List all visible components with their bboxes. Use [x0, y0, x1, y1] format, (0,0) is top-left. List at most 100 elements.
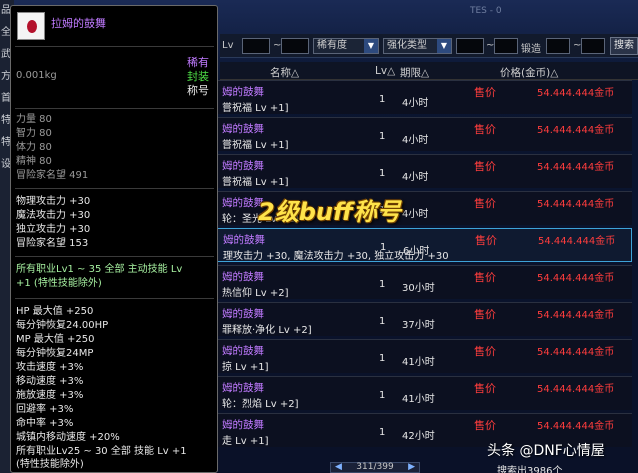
row-price: 54.444.444金币	[537, 310, 615, 321]
row-item-name: 姆的鼓舞	[222, 86, 264, 98]
row-level: 1	[380, 242, 387, 253]
row-sell-label: 售价	[474, 160, 496, 173]
tooltip-stat-line: 独立攻击力 +30	[16, 224, 91, 235]
tooltip-stat-line: 冒险家名望 491	[16, 170, 89, 181]
row-item-name: 姆的鼓舞	[222, 271, 264, 283]
filter-bar: Lv ~ 稀有度 ▼ 强化类型 ▼ ~ 锻造 ~ 搜索	[220, 34, 638, 58]
row-price: 54.444.444金币	[537, 88, 615, 99]
enhance-select-value: 强化类型	[387, 40, 427, 51]
row-sell-label: 售价	[474, 197, 496, 210]
overlay-caption: 2级buff称号	[258, 198, 401, 226]
row-period: 6小时	[403, 246, 430, 257]
enhance-min-input[interactable]	[456, 38, 484, 54]
lv-max-input[interactable]	[281, 38, 309, 54]
row-level: 1	[379, 353, 386, 364]
table-row[interactable]: 姆的鼓舞 热信仰 Lv +2] 1 30小时 售价 54.444.444金币	[216, 265, 632, 299]
tooltip-stat-line: 体力 80	[16, 142, 52, 153]
col-name-header[interactable]: 名称△	[270, 65, 299, 80]
item-tooltip: 拉姆的鼓舞 稀有 封装 称号 0.001kg 力量 80 智力 80 体力 80 精神…	[10, 5, 218, 473]
tooltip-divider	[15, 188, 214, 189]
row-period: 41小时	[402, 394, 435, 405]
tooltip-stat-line: 施放速度 +3%	[16, 390, 84, 401]
row-period: 30小时	[402, 283, 435, 294]
row-price: 54.444.444金币	[537, 199, 615, 210]
tooltip-stat-line: 物理攻击力 +30	[16, 196, 91, 207]
row-sell-label: 售价	[475, 234, 497, 247]
col-price-header[interactable]: 价格(金币)△	[500, 65, 558, 80]
row-price: 54.444.444金币	[537, 421, 615, 432]
tooltip-weight: 0.001kg	[16, 70, 57, 81]
chevron-down-icon: ▼	[437, 39, 451, 53]
table-row[interactable]: 姆的鼓舞嘗祝福 Lv +1] 1 4小时 售价 54.444.444金币	[216, 80, 632, 114]
tooltip-stat-line: 所有职业Lv1 ~ 35 全部 主动技能 Lv	[16, 264, 183, 275]
auction-scene: 品全武方首特特设 TES - 0 Lv ~ 稀有度 ▼ 强化类型 ▼ ~ 锻造 …	[0, 0, 638, 473]
watermark: 头条 @DNF心情屋	[487, 443, 605, 459]
rarity-select[interactable]: 稀有度 ▼	[313, 38, 379, 54]
col-period-header[interactable]: 期限△	[400, 65, 429, 80]
row-level: 1	[379, 316, 386, 327]
row-price: 54.444.444金币	[537, 384, 615, 395]
table-row[interactable]: 姆的鼓舞 理攻击力 +30, 魔法攻击力 +30, 独立攻击力 +30 1 6小时 售价…	[216, 228, 632, 262]
tooltip-stat-line: HP 最大值 +250	[16, 306, 94, 317]
row-period: 42小时	[402, 431, 435, 442]
forge-min-input[interactable]	[546, 38, 570, 54]
col-lv-header[interactable]: Lv△	[375, 65, 395, 77]
row-sell-label: 售价	[474, 382, 496, 395]
tooltip-type: 称号	[187, 84, 209, 97]
row-level: 1	[379, 94, 386, 105]
table-row[interactable]: 姆的鼓舞 罪释放·净化 Lv +2] 1 37小时 售价 54.444.444金币	[216, 302, 632, 336]
row-level: 1	[379, 390, 386, 401]
row-item-name: 姆的鼓舞	[222, 308, 264, 320]
item-emblem-icon	[27, 20, 37, 33]
enhance-type-select[interactable]: 强化类型 ▼	[383, 38, 452, 54]
forge-label: 锻造	[521, 44, 541, 55]
table-row[interactable]: 姆的鼓舞 嘗祝福 Lv +1] 1 4小时 售价 54.444.444金币	[216, 154, 632, 188]
table-row[interactable]: 姆的鼓舞 嘗祝福 Lv +1] 1 4小时 售价 54.444.444金币	[216, 117, 632, 151]
row-item-desc: 罪释放·净化 Lv +2]	[222, 325, 312, 336]
tooltip-title: 拉姆的鼓舞	[51, 17, 106, 30]
row-price: 54.444.444金币	[537, 347, 615, 358]
tooltip-stat-line: MP 最大值 +250	[16, 334, 95, 345]
row-sell-label: 售价	[474, 123, 496, 136]
prev-page-icon[interactable]: ◀	[335, 463, 342, 472]
row-sell-label: 售价	[474, 86, 496, 99]
tooltip-stat-line: 攻击速度 +3%	[16, 362, 84, 373]
tooltip-stat-line: 力量 80	[16, 114, 52, 125]
tooltip-divider	[15, 298, 214, 299]
row-item-desc: 热信仰 Lv +2]	[222, 288, 289, 299]
row-item-desc: 嘗祝福 Lv +1]	[222, 177, 289, 188]
row-price: 54.444.444金币	[537, 162, 615, 173]
row-item-desc: 轮：烈焰 Lv +2]	[222, 399, 299, 410]
row-item-desc: 嘗祝福 Lv +1]	[222, 103, 289, 114]
search-result-count: 搜索出3986个	[497, 466, 563, 473]
row-sell-label: 售价	[474, 271, 496, 284]
tooltip-stat-line: (特性技能除外)	[16, 459, 84, 470]
title-item-icon	[17, 12, 45, 40]
table-row[interactable]: 姆的鼓舞 轮：烈焰 Lv +2] 1 41小时 售价 54.444.444金币	[216, 376, 632, 410]
tooltip-stat-line: 移动速度 +3%	[16, 376, 84, 387]
top-faint-text: TES - 0	[470, 6, 502, 16]
table-row[interactable]: 姆的鼓舞掠 Lv +1] 1 41小时 售价 54.444.444金币	[216, 339, 632, 373]
row-item-desc: 走 Lv +1]	[222, 436, 269, 447]
tooltip-stat-line: 每分钟恢复24.00HP	[16, 320, 109, 331]
row-period: 41小时	[402, 357, 435, 368]
pager: ◀ 311/399 ▶	[330, 462, 420, 473]
page-indicator: 311/399	[356, 462, 394, 472]
tooltip-divider	[15, 46, 214, 47]
tooltip-stat-line: 每分钟恢复24MP	[16, 348, 94, 359]
row-price: 54.444.444金币	[537, 125, 615, 136]
row-sell-label: 售价	[474, 308, 496, 321]
lv-min-input[interactable]	[242, 38, 270, 54]
tooltip-divider	[15, 108, 214, 109]
tooltip-divider	[15, 256, 214, 257]
search-button[interactable]: 搜索	[610, 37, 638, 55]
forge-max-input[interactable]	[581, 38, 605, 54]
row-item-name: 姆的鼓舞	[222, 345, 264, 357]
row-level: 1	[379, 168, 386, 179]
row-item-desc: 掠 Lv +1]	[222, 362, 269, 373]
row-level: 1	[379, 427, 386, 438]
row-period: 4小时	[402, 98, 429, 109]
row-item-name: 姆的鼓舞	[223, 234, 265, 246]
enhance-max-input[interactable]	[494, 38, 518, 54]
next-page-icon[interactable]: ▶	[408, 463, 415, 472]
